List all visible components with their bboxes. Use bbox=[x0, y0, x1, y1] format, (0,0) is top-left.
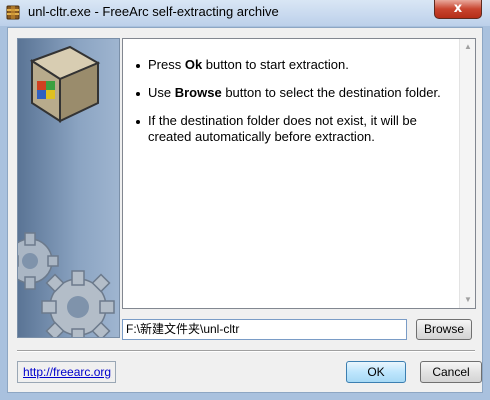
archive-box-icon bbox=[6, 5, 20, 20]
divider bbox=[17, 350, 475, 352]
link-frame: http://freearc.org bbox=[17, 361, 116, 383]
browse-button[interactable]: Browse bbox=[416, 319, 472, 340]
close-icon: x bbox=[453, 1, 463, 16]
gears-and-box-icon bbox=[18, 45, 115, 337]
scroll-up-icon[interactable]: ▲ bbox=[464, 43, 472, 51]
destination-path-input[interactable]: F:\新建文件夹\unl-cltr bbox=[122, 319, 407, 340]
instructions-panel: Press Ok button to start extraction. Use… bbox=[122, 38, 476, 309]
cancel-button[interactable]: Cancel bbox=[420, 361, 482, 383]
instruction-item: If the destination folder does not exist… bbox=[136, 113, 456, 145]
freearc-link[interactable]: http://freearc.org bbox=[23, 365, 111, 379]
instruction-item: Press Ok button to start extraction. bbox=[136, 57, 456, 73]
vertical-scrollbar[interactable]: ▲ ▼ bbox=[459, 39, 475, 308]
side-banner bbox=[17, 38, 120, 338]
scroll-down-icon[interactable]: ▼ bbox=[464, 296, 472, 304]
dialog-body: Press Ok button to start extraction. Use… bbox=[7, 27, 483, 393]
instructions-list: Press Ok button to start extraction. Use… bbox=[136, 57, 456, 157]
title-bar: unl-cltr.exe - FreeArc self-extracting a… bbox=[0, 0, 490, 26]
ok-button[interactable]: OK bbox=[346, 361, 406, 383]
window-title: unl-cltr.exe - FreeArc self-extracting a… bbox=[28, 4, 279, 19]
close-button[interactable]: x bbox=[434, 0, 482, 19]
instruction-item: Use Browse button to select the destinat… bbox=[136, 85, 456, 101]
